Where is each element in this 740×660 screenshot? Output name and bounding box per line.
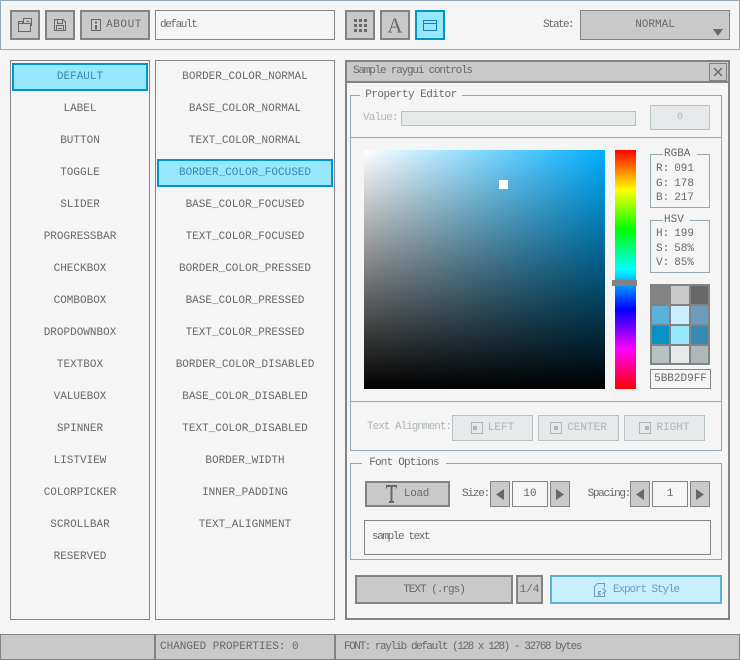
svg-text:A: A (387, 17, 403, 33)
